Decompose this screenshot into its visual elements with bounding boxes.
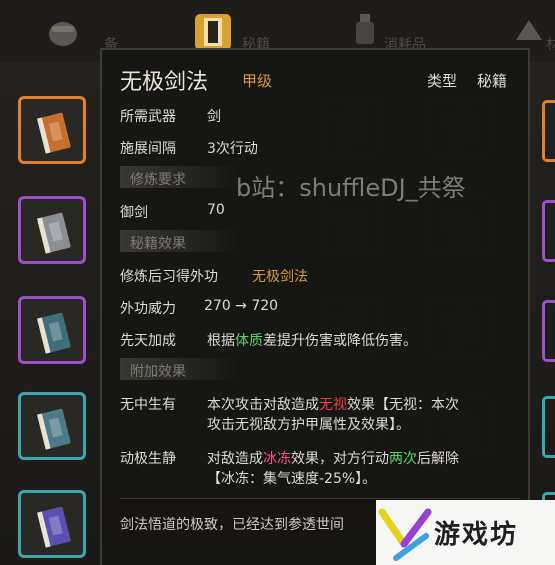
interval-value: 3次行动 bbox=[207, 141, 258, 157]
book-icon bbox=[33, 209, 75, 257]
item-slot[interactable] bbox=[18, 392, 86, 460]
effect1-line2: 攻击无视敌方护甲属性及效果】。 bbox=[207, 417, 410, 433]
logo-text: 游戏坊 bbox=[434, 520, 519, 550]
effect1-keyword: 无视 bbox=[319, 397, 347, 413]
weapon-value: 剑 bbox=[207, 109, 221, 125]
innate-post: 差提升伤害或降低伤害。 bbox=[263, 333, 417, 349]
item-name: 无极剑法 bbox=[120, 70, 209, 95]
requirement-value: 70 bbox=[207, 202, 225, 218]
power-label: 外功威力 bbox=[120, 301, 176, 317]
logo-mark-icon bbox=[378, 508, 432, 561]
learn-value: 无极剑法 bbox=[252, 269, 308, 285]
effect2-keyword2: 两次 bbox=[389, 451, 417, 467]
effect2-mid: 效果，对方行动 bbox=[291, 451, 389, 467]
effect2-post: 后解除 bbox=[417, 451, 459, 467]
item-slot[interactable] bbox=[18, 96, 86, 164]
book-icon bbox=[33, 309, 75, 357]
effect2-line1: 对敌造成冰冻效果，对方行动两次后解除 bbox=[207, 448, 459, 468]
flavor-text: 剑法悟道的极致，已经达到参透世间 bbox=[120, 517, 344, 533]
weapon-label: 所需武器 bbox=[120, 109, 176, 125]
type-label: 类型 bbox=[427, 72, 458, 90]
item-slot[interactable] bbox=[18, 296, 86, 364]
innate-text: 根据体质差提升伤害或降低伤害。 bbox=[207, 330, 417, 350]
type-value: 秘籍 bbox=[477, 72, 508, 90]
book-icon bbox=[33, 109, 75, 157]
effect1-pre: 本次攻击对敌造成 bbox=[207, 397, 319, 413]
effect2-line2: 【冰冻：集气速度-25%】。 bbox=[207, 471, 377, 487]
tab-materials[interactable]: 材 bbox=[546, 34, 555, 54]
item-slot-edge[interactable] bbox=[542, 396, 555, 458]
game-screen: 备 秘籍 消耗品 材 无极剑法 甲级 类型 秘籍 所需武器 剑 施展间隔 3次行… bbox=[0, 0, 555, 565]
item-slot[interactable] bbox=[18, 196, 86, 264]
watermark: b站：shuffleDJ_共祭 bbox=[236, 174, 466, 202]
power-value: 270 → 720 bbox=[204, 298, 279, 314]
item-tooltip: 无极剑法 甲级 类型 秘籍 所需武器 剑 施展间隔 3次行动 修炼要求 御剑 7… bbox=[100, 48, 530, 565]
item-slot-edge[interactable] bbox=[542, 200, 555, 262]
innate-keyword: 体质 bbox=[235, 333, 263, 349]
bag-icon[interactable] bbox=[46, 14, 80, 48]
site-logo: 游戏坊 bbox=[376, 500, 555, 565]
scroll-icon[interactable] bbox=[193, 12, 231, 50]
effect2-keyword: 冰冻 bbox=[263, 451, 291, 467]
innate-pre: 根据 bbox=[207, 333, 235, 349]
item-slot-edge[interactable] bbox=[542, 100, 555, 162]
book-icon bbox=[33, 405, 75, 453]
learn-label: 修炼后习得外功 bbox=[120, 269, 218, 285]
item-grade: 甲级 bbox=[242, 72, 273, 90]
divider bbox=[120, 498, 520, 499]
potion-icon[interactable] bbox=[350, 12, 384, 46]
section-extra: 附加效果 bbox=[120, 358, 240, 380]
section-title: 修炼要求 bbox=[130, 172, 186, 188]
effect1-line1: 本次攻击对敌造成无视效果【无视：本次 bbox=[207, 394, 459, 414]
effect2-label: 动极生静 bbox=[120, 451, 176, 467]
effect1-label: 无中生有 bbox=[120, 397, 176, 413]
effect2-pre: 对敌造成 bbox=[207, 451, 263, 467]
book-icon bbox=[33, 503, 75, 551]
section-title: 附加效果 bbox=[130, 364, 186, 380]
innate-label: 先天加成 bbox=[120, 333, 176, 349]
interval-label: 施展间隔 bbox=[120, 141, 176, 157]
section-title: 秘籍效果 bbox=[130, 236, 186, 252]
section-requirement: 修炼要求 bbox=[120, 166, 240, 188]
effect1-post: 效果【无视：本次 bbox=[347, 397, 459, 413]
section-effect: 秘籍效果 bbox=[120, 230, 240, 252]
item-slot[interactable] bbox=[18, 490, 86, 558]
material-icon[interactable] bbox=[512, 14, 546, 48]
item-slot-edge[interactable] bbox=[542, 300, 555, 362]
requirement-label: 御剑 bbox=[120, 205, 148, 221]
